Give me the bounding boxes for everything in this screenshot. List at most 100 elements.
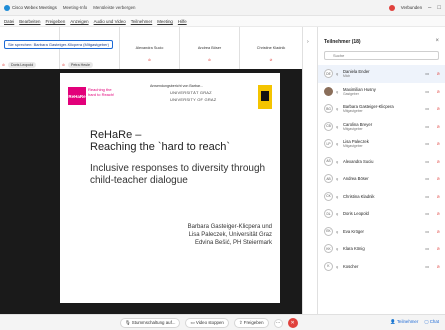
meeting-info-button[interactable]: Meeting-Info [63, 5, 87, 10]
more-options-button[interactable]: ··· [273, 318, 283, 328]
muted-mic-icon[interactable]: ⊘ [437, 264, 440, 269]
mic-icon: ǫ [336, 141, 339, 147]
chat-toggle-button[interactable]: ▢ Chat [424, 319, 439, 325]
menu-view[interactable]: Anzeigen [70, 19, 88, 24]
avatar: LP [324, 139, 333, 149]
thumbnail-name: Andrea Böser [197, 46, 222, 50]
close-icon[interactable]: × [435, 38, 439, 44]
university-logo [258, 85, 272, 109]
menu-audio-video[interactable]: Audio und Video [94, 19, 126, 24]
participant-row[interactable]: CK ǫ Christina Kladnik ▭ ⊘ [318, 188, 445, 206]
participant-row[interactable]: EK ǫ Eva Kröger ▭ ⊘ [318, 223, 445, 241]
muted-mic-icon[interactable]: ⊘ [437, 246, 440, 251]
mic-icon: ǫ [336, 228, 339, 234]
camera-icon[interactable]: ▭ [425, 159, 429, 164]
participant-role: Mich [343, 74, 351, 79]
hide-menubar-button[interactable]: Menüleiste verbergen [93, 5, 135, 10]
university-name-de: UNIVERSITÄT GRAZ [170, 90, 212, 95]
muted-mic-icon[interactable]: ⊘ [437, 159, 440, 164]
slide-subtitle: Reaching the `hard to reach` [90, 141, 231, 153]
avatar: KK [324, 244, 333, 254]
muted-mic-icon[interactable]: ⊘ [437, 176, 440, 181]
mic-icon: ǫ [336, 176, 339, 182]
camera-icon[interactable]: ▭ [425, 246, 429, 251]
camera-icon[interactable]: ▭ [425, 71, 429, 76]
menu-edit[interactable]: Bearbeiten [19, 19, 40, 24]
participant-row[interactable]: MHǫMaximilian HusnyGastgeber▭⊘ [318, 83, 445, 101]
muted-mic-icon[interactable]: ⊘ [437, 229, 440, 234]
menu-participants[interactable]: Teilnehmer [131, 19, 152, 24]
camera-icon[interactable]: ▭ [425, 141, 429, 146]
video-thumbnail[interactable]: Christine Kladnik ⊘ [240, 27, 302, 69]
mic-icon: ǫ [336, 71, 339, 77]
meeting-controls: 🎙 Stummschaltung auf... ▭ Video stoppen … [0, 314, 445, 330]
menu-share[interactable]: Freigeben [46, 19, 66, 24]
participant-name: Doris Leopold [343, 211, 369, 217]
participant-row[interactable]: AS ǫ Alexandra Suciu ▭ ⊘ [318, 153, 445, 171]
maximize-icon[interactable]: □ [437, 5, 441, 11]
stop-video-button[interactable]: ▭ Video stoppen [185, 318, 229, 328]
participant-name: Koscher [343, 263, 359, 269]
participant-row[interactable]: DL ǫ Doris Leopold ▭ ⊘ [318, 205, 445, 223]
muted-mic-icon[interactable]: ⊘ [437, 124, 440, 129]
participant-name: Andrea Böser [343, 176, 369, 182]
participant-role: Gastgeber [343, 91, 359, 96]
participant-row[interactable]: BG ǫ Barbara Gasteiger-Klicpera Mitgastgebe… [318, 100, 445, 118]
camera-icon[interactable]: ▭ [425, 106, 429, 111]
mic-icon: ǫ [336, 88, 339, 94]
camera-icon[interactable]: ▭ [425, 229, 429, 234]
camera-icon[interactable]: ▭ [425, 194, 429, 199]
muted-mic-icon[interactable]: ⊘ [437, 211, 440, 216]
camera-icon[interactable]: ▭ [425, 124, 429, 129]
participant-row[interactable]: KK ǫ Klara König ▭ ⊘ [318, 240, 445, 258]
participant-row[interactable]: LP ǫ Lisa Paleczek Mitgastgeber ▭ ⊘ [318, 135, 445, 153]
video-thumbnail[interactable]: Alexandra Sucio ⊘ [120, 27, 180, 69]
muted-mic-icon: ⊘ [207, 58, 211, 62]
muted-mic-icon[interactable]: ⊘ [437, 141, 440, 146]
participants-toggle-button[interactable]: 👤 Teilnehmer [390, 319, 418, 325]
rehare-logo: ReHaRe [68, 87, 86, 105]
person-icon: 👤 [390, 319, 397, 324]
mic-icon: ǫ [336, 246, 339, 252]
connection-status[interactable]: Verbunden [401, 5, 422, 10]
avatar: CK [324, 191, 333, 201]
leave-meeting-button[interactable]: ✕ [287, 318, 298, 328]
minimize-icon[interactable]: – [428, 5, 431, 11]
participant-search-input[interactable] [324, 51, 439, 60]
avatar: EK [324, 226, 333, 236]
video-thumbnail[interactable]: Andrea Böser ⊘ [180, 27, 240, 69]
share-button[interactable]: ⇪ Freigeben [233, 318, 269, 328]
participant-row[interactable]: DE ǫ Daniela Ender Mich ▭ ⊘ [318, 65, 445, 83]
chevron-right-icon[interactable]: › [307, 39, 309, 45]
participant-row[interactable]: Kǫ Koscher ▭ ⊘ [318, 258, 445, 276]
panel-title: Teilnehmer (18) [324, 39, 361, 45]
camera-icon[interactable]: ▭ [425, 211, 429, 216]
camera-icon[interactable]: ▭ [425, 264, 429, 269]
mic-icon: ǫ [336, 263, 339, 269]
participant-role: Mitgastgeber [343, 126, 363, 131]
muted-mic-icon[interactable]: ⊘ [437, 71, 440, 76]
participant-name: Christina Kladnik [343, 193, 375, 199]
slide-body: Inclusive responses to diversity through… [90, 163, 266, 186]
participant-row[interactable]: AB ǫ Andrea Böser ▭ ⊘ [318, 170, 445, 188]
participant-row[interactable]: CB ǫ Carolina Breyer Mitgastgeber ▭ ⊘ [318, 118, 445, 136]
presentation-slide: ReHaRe Reaching the hard to Reach! Anwen… [60, 73, 280, 303]
panel-divider: › [302, 27, 318, 314]
menu-meeting[interactable]: Meeting [157, 19, 173, 24]
participant-role: Mitgastgeber [343, 144, 363, 149]
mic-icon: ǫ [336, 158, 339, 164]
muted-mic-icon[interactable]: ⊘ [437, 89, 440, 94]
participant-name: Alexandra Suciu [343, 158, 374, 164]
mute-button[interactable]: 🎙 Stummschaltung auf... [120, 318, 181, 328]
university-name-en: UNIVERSITY OF GRAZ [170, 97, 217, 102]
muted-mic-icon[interactable]: ⊘ [437, 106, 440, 111]
slide-authors: Barbara Gasteiger-Klicpera und Lisa Pale… [187, 224, 272, 246]
camera-icon[interactable]: ▭ [425, 89, 429, 94]
avatar: BG [324, 104, 333, 114]
participant-role: Mitgastgeber [343, 109, 363, 114]
muted-mic-icon[interactable]: ⊘ [437, 194, 440, 199]
menu-help[interactable]: Hilfe [178, 19, 187, 24]
camera-icon[interactable]: ▭ [425, 176, 429, 181]
muted-mic-icon: ⊘ [2, 63, 6, 67]
menu-file[interactable]: Datei [4, 19, 14, 24]
